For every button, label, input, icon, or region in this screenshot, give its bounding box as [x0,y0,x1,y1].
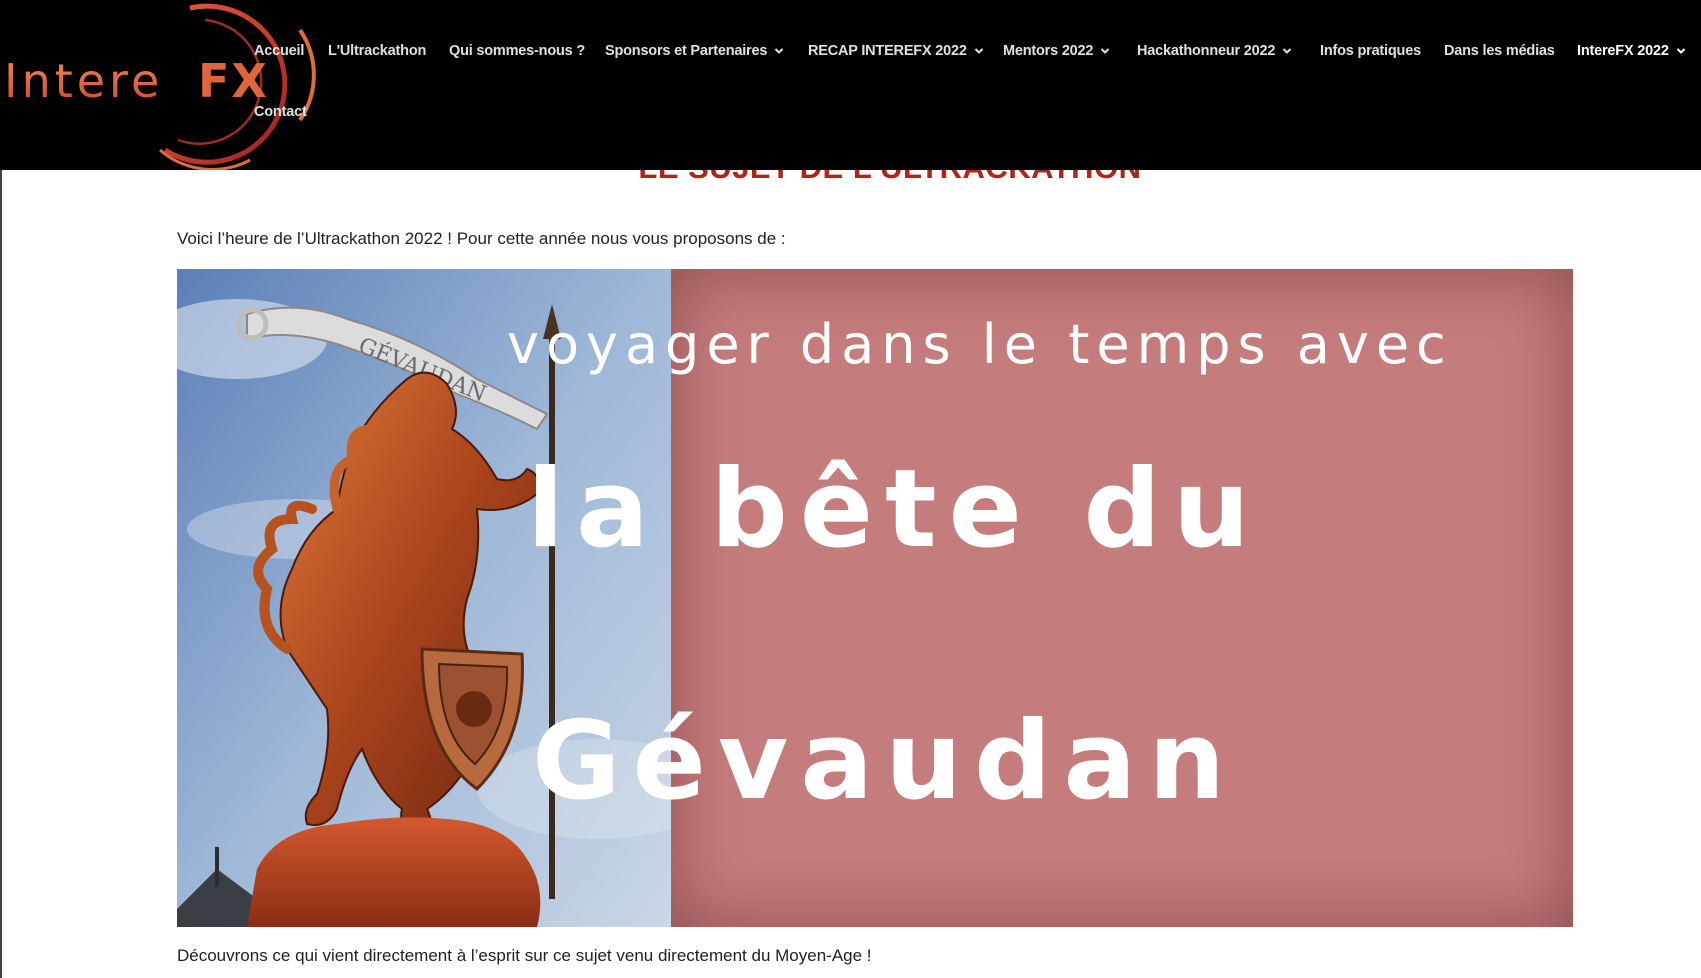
page: Intere FX Accueil L'Ultrackathon Qui som… [0,0,1701,978]
nav-item-recap-interefx[interactable]: RECAP INTEREFX 2022 [808,43,984,59]
nav-label: IntereFX 2022 [1577,43,1669,59]
nav-label: Qui sommes-nous ? [449,43,585,59]
nav-item-interefx-2022[interactable]: IntereFX 2022 [1577,43,1686,59]
nav-label: Hackathonneur 2022 [1137,43,1276,59]
outro-paragraph: Découvrons ce qui vient directement à l’… [177,946,872,965]
chevron-down-icon [1676,48,1685,54]
left-border [0,170,2,978]
nav-item-sponsors[interactable]: Sponsors et Partenaires [605,43,784,59]
logo-text: Intere [4,54,163,108]
nav-label: RECAP INTEREFX 2022 [808,43,967,59]
hero-banner: GÉVAUDAN voyager dans le temps avec la b… [177,269,1573,927]
nav-label: Infos pratiques [1320,43,1421,59]
logo-text-fx: FX [198,54,269,108]
nav-item-qui-sommes-nous[interactable]: Qui sommes-nous ? [449,43,585,59]
nav-item-medias[interactable]: Dans les médias [1444,43,1555,59]
banner-line-1: voyager dans le temps avec [507,313,1453,376]
nav-label: Sponsors et Partenaires [605,43,768,59]
site-header: Intere FX Accueil L'Ultrackathon Qui som… [0,0,1701,170]
nav-item-mentors[interactable]: Mentors 2022 [1003,43,1110,59]
nav-item-ultrackathon[interactable]: L'Ultrackathon [328,43,426,59]
logo-graphic: Intere FX [4,3,316,170]
nav-label: Accueil [254,43,305,59]
chevron-down-icon [1283,48,1292,54]
nav-label: L'Ultrackathon [328,43,427,59]
nav-label: Mentors 2022 [1003,43,1094,59]
nav-label: Contact [254,104,307,120]
nav-item-hackathonneur[interactable]: Hackathonneur 2022 [1137,43,1292,59]
banner-line-3: Gévaudan [532,699,1238,824]
nav-label: Dans les médias [1444,43,1555,59]
nav-item-infos-pratiques[interactable]: Infos pratiques [1320,43,1421,59]
chevron-down-icon [775,48,784,54]
nav-item-contact[interactable]: Contact [254,104,307,120]
banner-line-2: la bête du [527,447,1262,572]
site-logo[interactable]: Intere FX [0,0,340,170]
intro-paragraph: Voici l’heure de l’Ultrackathon 2022 ! P… [177,229,786,248]
chevron-down-icon [1101,48,1110,54]
nav-item-accueil[interactable]: Accueil [254,43,304,59]
chevron-down-icon [974,48,983,54]
